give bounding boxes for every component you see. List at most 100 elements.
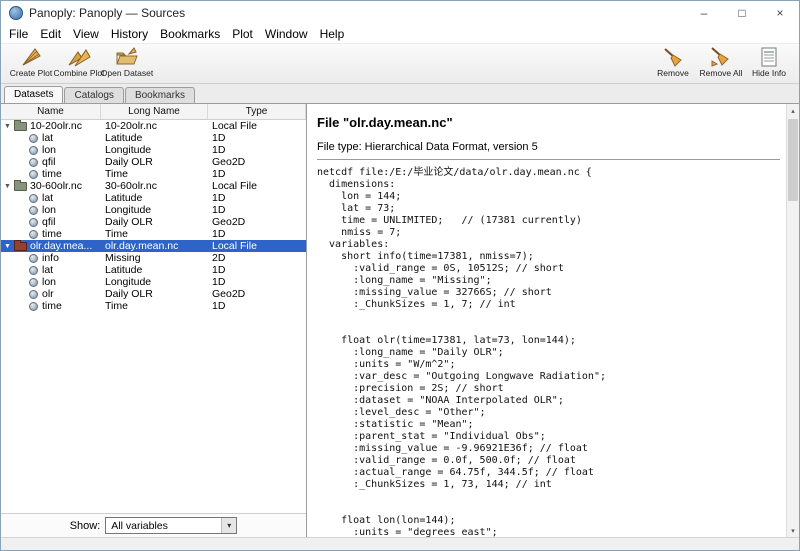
tree-row-variable[interactable]: timeTime1D [1,168,306,180]
tree-name: lon [42,144,56,156]
main-area: NameLong NameType ▼10-20olr.nc10-20olr.n… [1,104,799,537]
tree-row-variable[interactable]: qfilDaily OLRGeo2D [1,156,306,168]
remove-all-button[interactable]: Remove All [697,45,745,83]
variable-icon [29,218,38,227]
tree-name-cell: lat [1,264,101,276]
tree-row-variable[interactable]: timeTime1D [1,300,306,312]
tree-row-dataset[interactable]: ▼10-20olr.nc10-20olr.ncLocal File [1,120,306,132]
tree-name: info [42,252,59,264]
tab-catalogs[interactable]: Catalogs [64,87,123,103]
hide-info-button[interactable]: Hide Info [745,45,793,83]
remove-button[interactable]: Remove [649,45,697,83]
tree-long-name: Daily OLR [101,216,208,228]
menu-item-edit[interactable]: Edit [34,27,67,41]
titlebar: Panoply: Panoply — Sources – □ × [1,1,799,25]
tree-name: lon [42,276,56,288]
tree-name-cell: qfil [1,216,101,228]
ncdump-text: netcdf file:/E:/毕业论文/data/olr.day.mean.n… [317,167,780,537]
dataset-icon [14,122,27,131]
tree-type: 1D [208,264,306,276]
variable-icon [29,290,38,299]
close-button[interactable]: × [761,1,799,25]
tree-type: 1D [208,132,306,144]
combine-plot-button[interactable]: Combine Plot [55,45,103,83]
tree-name-cell: lon [1,276,101,288]
variables-filter-dropdown[interactable]: All variables ▾ [105,517,237,534]
tree-row-variable[interactable]: latLatitude1D [1,264,306,276]
variable-icon [29,278,38,287]
tree-long-name: Time [101,300,208,312]
tree-row-variable[interactable]: olrDaily OLRGeo2D [1,288,306,300]
column-header-type[interactable]: Type [208,104,306,119]
tree-long-name: olr.day.mean.nc [101,240,208,252]
vertical-scrollbar[interactable]: ▴ ▾ [786,104,799,537]
tree-name: olr.day.mea... [30,240,92,252]
tree-long-name: Longitude [101,204,208,216]
tree-row-variable[interactable]: timeTime1D [1,228,306,240]
menu-item-file[interactable]: File [3,27,34,41]
datasets-panel: NameLong NameType ▼10-20olr.nc10-20olr.n… [1,104,307,537]
variable-icon [29,266,38,275]
tree-long-name: Latitude [101,192,208,204]
tree-row-dataset[interactable]: ▼30-60olr.nc30-60olr.ncLocal File [1,180,306,192]
variable-icon [29,158,38,167]
scroll-up-icon[interactable]: ▴ [787,104,799,117]
tree-type: 1D [208,276,306,288]
maximize-button[interactable]: □ [723,1,761,25]
disclosure-triangle-icon[interactable]: ▼ [4,243,12,250]
menu-item-bookmarks[interactable]: Bookmarks [154,27,226,41]
dataset-icon [14,242,27,251]
column-header-name[interactable]: Name [1,104,101,119]
tree-row-dataset[interactable]: ▼olr.day.mea...olr.day.mean.ncLocal File [1,240,306,252]
scrollbar-track[interactable] [787,117,799,524]
tree-type: 1D [208,192,306,204]
disclosure-triangle-icon[interactable]: ▼ [4,123,12,130]
tree-type: Geo2D [208,216,306,228]
tree-row-variable[interactable]: latLatitude1D [1,132,306,144]
tree-name: lat [42,132,53,144]
tree-row-variable[interactable]: lonLongitude1D [1,204,306,216]
tree-row-variable[interactable]: latLatitude1D [1,192,306,204]
scrollbar-thumb[interactable] [788,119,798,201]
scroll-down-icon[interactable]: ▾ [787,524,799,537]
menu-item-view[interactable]: View [67,27,105,41]
tab-bar: DatasetsCatalogsBookmarks [1,84,799,104]
tab-bookmarks[interactable]: Bookmarks [125,87,195,103]
tree-name: qfil [42,156,55,168]
chevron-down-icon: ▾ [221,518,236,533]
toolbar: Create PlotCombine PlotOpen Dataset Remo… [1,44,799,84]
minimize-button[interactable]: – [685,1,723,25]
disclosure-triangle-icon[interactable]: ▼ [4,183,12,190]
toolbar-button-label: Create Plot [10,68,53,78]
tree-row-variable[interactable]: lonLongitude1D [1,144,306,156]
variable-icon [29,302,38,311]
menu-item-history[interactable]: History [105,27,154,41]
column-header-long-name[interactable]: Long Name [101,104,208,119]
menu-item-help[interactable]: Help [314,27,351,41]
tree-name-cell: time [1,168,101,180]
tree-header: NameLong NameType [1,104,306,120]
variable-icon [29,254,38,263]
menu-item-window[interactable]: Window [259,27,314,41]
tree-type: Geo2D [208,288,306,300]
tree-name-cell: olr [1,288,101,300]
dataset-icon [14,182,27,191]
variable-icon [29,146,38,155]
tree-type: 1D [208,300,306,312]
combine-plot-icon [67,46,91,68]
show-bar: Show: All variables ▾ [1,513,306,537]
toolbar-button-label: Combine Plot [53,68,104,78]
remove-icon [661,46,685,68]
app-icon [9,6,23,20]
dropdown-selected-value: All variables [106,520,221,532]
toolbar-button-label: Hide Info [752,68,786,78]
tree-row-variable[interactable]: qfilDaily OLRGeo2D [1,216,306,228]
create-plot-button[interactable]: Create Plot [7,45,55,83]
tree-type: Local File [208,180,306,192]
tree-row-variable[interactable]: infoMissing2D [1,252,306,264]
tab-datasets[interactable]: Datasets [4,86,63,103]
tree-long-name: Latitude [101,264,208,276]
tree-row-variable[interactable]: lonLongitude1D [1,276,306,288]
open-dataset-button[interactable]: Open Dataset [103,45,151,83]
menu-item-plot[interactable]: Plot [226,27,259,41]
